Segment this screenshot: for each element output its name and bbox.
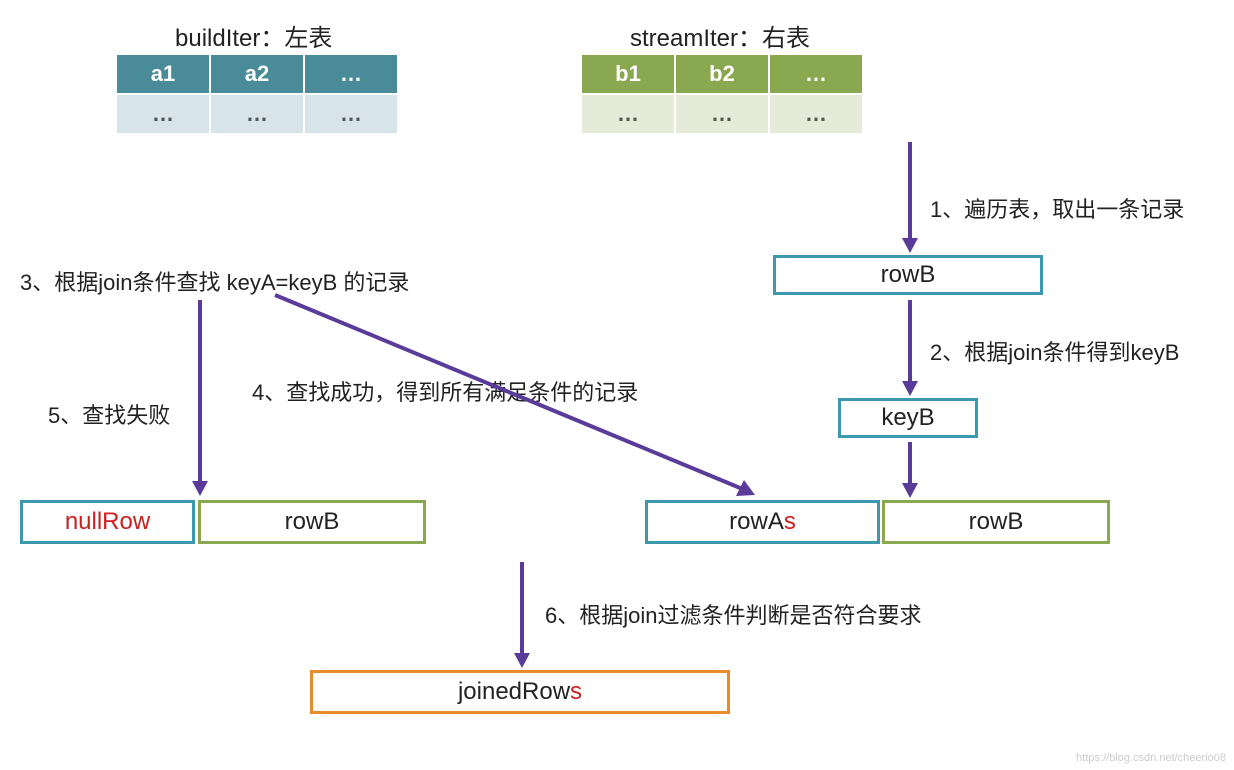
arrow-2 <box>895 298 925 398</box>
step6-label: 6、根据join过滤条件判断是否符合要求 <box>545 598 921 630</box>
step5-label: 5、查找失败 <box>48 398 170 430</box>
rowas-box: rowAs <box>645 500 880 544</box>
left-hdr-1: a2 <box>210 54 304 94</box>
right-body-0: … <box>581 94 675 134</box>
joinedrows-box: joinedRows <box>310 670 730 714</box>
step2-label: 2、根据join条件得到keyB <box>930 335 1179 367</box>
left-body-2: … <box>304 94 398 134</box>
right-hdr-0: b1 <box>581 54 675 94</box>
right-table: b1 b2 … … … … <box>581 54 863 134</box>
right-table-title: streamIter：右表 <box>630 18 810 53</box>
arrow-keyb-down <box>895 440 925 500</box>
keyb-box: keyB <box>838 398 978 438</box>
left-table: a1 a2 … … … … <box>116 54 398 134</box>
joinedrows-pre: joinedRow <box>458 678 570 706</box>
arrow-6 <box>507 560 537 670</box>
right-hdr-2: … <box>769 54 863 94</box>
nullrow-box: nullRow <box>20 500 195 544</box>
right-hdr-1: b2 <box>675 54 769 94</box>
rowas-pre: rowA <box>729 508 784 536</box>
rowb-left-box: rowB <box>198 500 426 544</box>
right-body-2: … <box>769 94 863 134</box>
left-table-title: buildIter：左表 <box>175 18 332 53</box>
rowb-top-box: rowB <box>773 255 1043 295</box>
arrow-5 <box>185 298 215 498</box>
left-hdr-0: a1 <box>116 54 210 94</box>
rowb-right-box: rowB <box>882 500 1110 544</box>
rowas-suf: s <box>784 508 796 536</box>
step1-label: 1、遍历表，取出一条记录 <box>930 192 1184 224</box>
joinedrows-suf: s <box>570 678 582 706</box>
right-body-1: … <box>675 94 769 134</box>
watermark: https://blog.csdn.net/cheerio08 <box>1076 752 1226 764</box>
nullrow-text: nullRow <box>65 508 150 536</box>
arrow-1 <box>895 140 925 255</box>
left-body-1: … <box>210 94 304 134</box>
left-body-0: … <box>116 94 210 134</box>
left-hdr-2: … <box>304 54 398 94</box>
arrow-4 <box>270 290 770 510</box>
